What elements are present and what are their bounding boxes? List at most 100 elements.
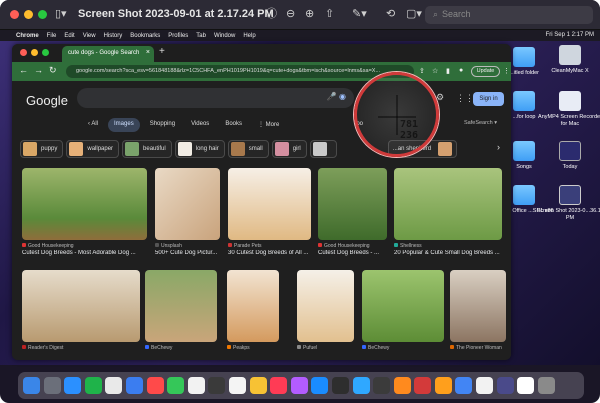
dock-app-icon[interactable] [208,377,226,394]
image-result[interactable]: Peakps [227,270,279,351]
image-result[interactable]: Shellness 20 Popular & Cute Small Dog Br… [394,168,502,256]
dock-app-icon[interactable] [64,377,82,394]
menu-edit[interactable]: Edit [64,33,74,39]
dock-app-icon[interactable] [455,377,473,394]
chevron-right-icon[interactable]: › [497,142,500,152]
dock-app-icon[interactable] [352,377,370,394]
tab-books[interactable]: Books [219,118,248,132]
menu-help[interactable]: Help [243,33,255,39]
dock-app-icon[interactable] [167,377,185,394]
voice-lens-icons[interactable]: 🎤 ◉ [327,92,346,101]
image-result[interactable]: Good Housekeeping Cutest Dog Breeds - Mo… [22,168,147,256]
minimize-window-button[interactable] [24,10,33,19]
chip-girl[interactable]: girl [271,140,307,158]
dock-app-icon[interactable] [373,377,391,394]
close-window-button[interactable] [10,10,19,19]
apps-grid-icon[interactable]: ⋮⋮ [456,93,474,104]
back-icon[interactable]: ← [19,65,28,75]
menu-history[interactable]: History [104,33,123,39]
update-button[interactable]: Update [471,66,500,77]
chrome-minimize-button[interactable] [31,49,38,56]
viewer-search-field[interactable]: ⌕ Search [425,6,593,24]
dock-app-icon[interactable] [537,377,555,394]
cleanmymac-icon[interactable]: CleanMyMac X [536,45,600,75]
menu-chrome[interactable]: Chrome [16,33,39,39]
dock-app-icon[interactable] [125,377,143,394]
dock-app-icon[interactable] [331,377,349,394]
google-logo[interactable]: Google [26,93,68,108]
sidebar-icon[interactable]: ▯▾ [55,7,67,21]
menu-view[interactable]: View [83,33,96,39]
dock-app-icon[interactable] [43,377,61,394]
chip-wallpaper[interactable]: wallpaper [66,140,120,158]
sidepanel-icon[interactable]: ▮ [446,67,450,75]
menu-tab[interactable]: Tab [196,33,206,39]
chrome-close-button[interactable] [20,49,27,56]
close-tab-icon[interactable]: × [146,49,150,56]
share-icon[interactable]: ⇧ [325,7,334,21]
dock-app-icon[interactable] [105,377,123,394]
forward-icon[interactable]: → [34,65,43,75]
safesearch-dropdown[interactable]: SafeSearch ▾ [464,120,497,126]
dock-app-icon[interactable] [311,377,329,394]
new-tab-icon[interactable]: + [159,46,165,57]
menu-file[interactable]: File [47,33,57,39]
menu-bookmarks[interactable]: Bookmarks [130,33,160,39]
chip-puppy[interactable]: puppy [20,140,64,158]
dock-app-icon[interactable] [84,377,102,394]
today-icon[interactable]: Today [536,141,600,171]
result-thumbnail [450,270,506,342]
tab-videos[interactable]: Videos [185,118,215,132]
dock-app-icon[interactable] [228,377,246,394]
chip-long-hair[interactable]: long hair [174,140,225,158]
browser-tab[interactable]: cute dogs - Google Search × [62,46,154,62]
address-bar[interactable]: google.com/search?sca_esv=561848188&rlz=… [66,65,414,78]
crop-icon[interactable]: ▢▾ [406,7,422,21]
image-result[interactable]: The Pioneer Woman [450,270,506,351]
dock-app-icon[interactable] [393,377,411,394]
google-search-box[interactable]: 🎤 ◉ [77,88,354,108]
image-result[interactable]: BeChewy [362,270,444,351]
tab-more[interactable]: ⋮ More [252,118,285,132]
rotate-icon[interactable]: ⟲ [386,7,395,21]
chrome-zoom-button[interactable] [42,49,49,56]
menu-window[interactable]: Window [214,33,235,39]
image-result[interactable]: Pufuel [297,270,354,351]
dock-app-icon[interactable] [434,377,452,394]
dock-app-icon[interactable] [414,377,432,394]
zoom-window-button[interactable] [38,10,47,19]
zoom-out-icon[interactable]: ⊖ [286,7,295,21]
image-result[interactable]: BeChewy [145,270,217,351]
chip-beautiful[interactable]: beautiful [122,140,172,158]
sign-in-button[interactable]: Sign in [473,92,504,106]
chip-small[interactable]: small [227,140,269,158]
menu-kebab-icon[interactable]: ⋮ [503,67,510,75]
tab-all[interactable]: ‹ All [82,118,104,132]
dock-app-icon[interactable] [23,377,40,394]
image-result[interactable]: Reader's Digest [22,270,140,351]
image-result[interactable]: Unsplash 500+ Cute Dog Pictur... [155,168,220,256]
profile-icon[interactable]: ● [459,67,463,74]
markup-icon[interactable]: ✎▾ [352,7,367,21]
image-result[interactable]: Good Housekeeping Cutest Dog Breeds - ..… [318,168,387,256]
dock-app-icon[interactable] [187,377,205,394]
image-result[interactable]: Parade Pets 30 Cutest Dog Breeds of All … [228,168,311,256]
dock-app-icon[interactable] [146,377,164,394]
zoom-in-icon[interactable]: ⊕ [305,7,314,21]
tab-shopping[interactable]: Shopping [144,118,181,132]
reload-icon[interactable]: ↻ [49,65,57,76]
bookmark-star-icon[interactable]: ☆ [432,67,438,75]
dock-app-icon[interactable] [517,377,535,394]
dock-app-icon[interactable] [249,377,267,394]
menu-profiles[interactable]: Profiles [168,33,188,39]
info-icon[interactable]: ⓘ [266,7,277,21]
dock-app-icon[interactable] [270,377,288,394]
anymp4-icon[interactable]: AnyMP4 Screen Recorder for Mac [536,91,600,128]
tab-images[interactable]: Images [108,118,140,132]
screenshot-file-icon[interactable]: Screen Shot 2023-0...36.11 PM [536,185,600,222]
dock-app-icon[interactable] [476,377,494,394]
chip-partial[interactable] [309,140,337,158]
dock-app-icon[interactable] [290,377,308,394]
dock-app-icon[interactable] [496,377,514,394]
share-icon[interactable]: ⇪ [419,67,425,75]
